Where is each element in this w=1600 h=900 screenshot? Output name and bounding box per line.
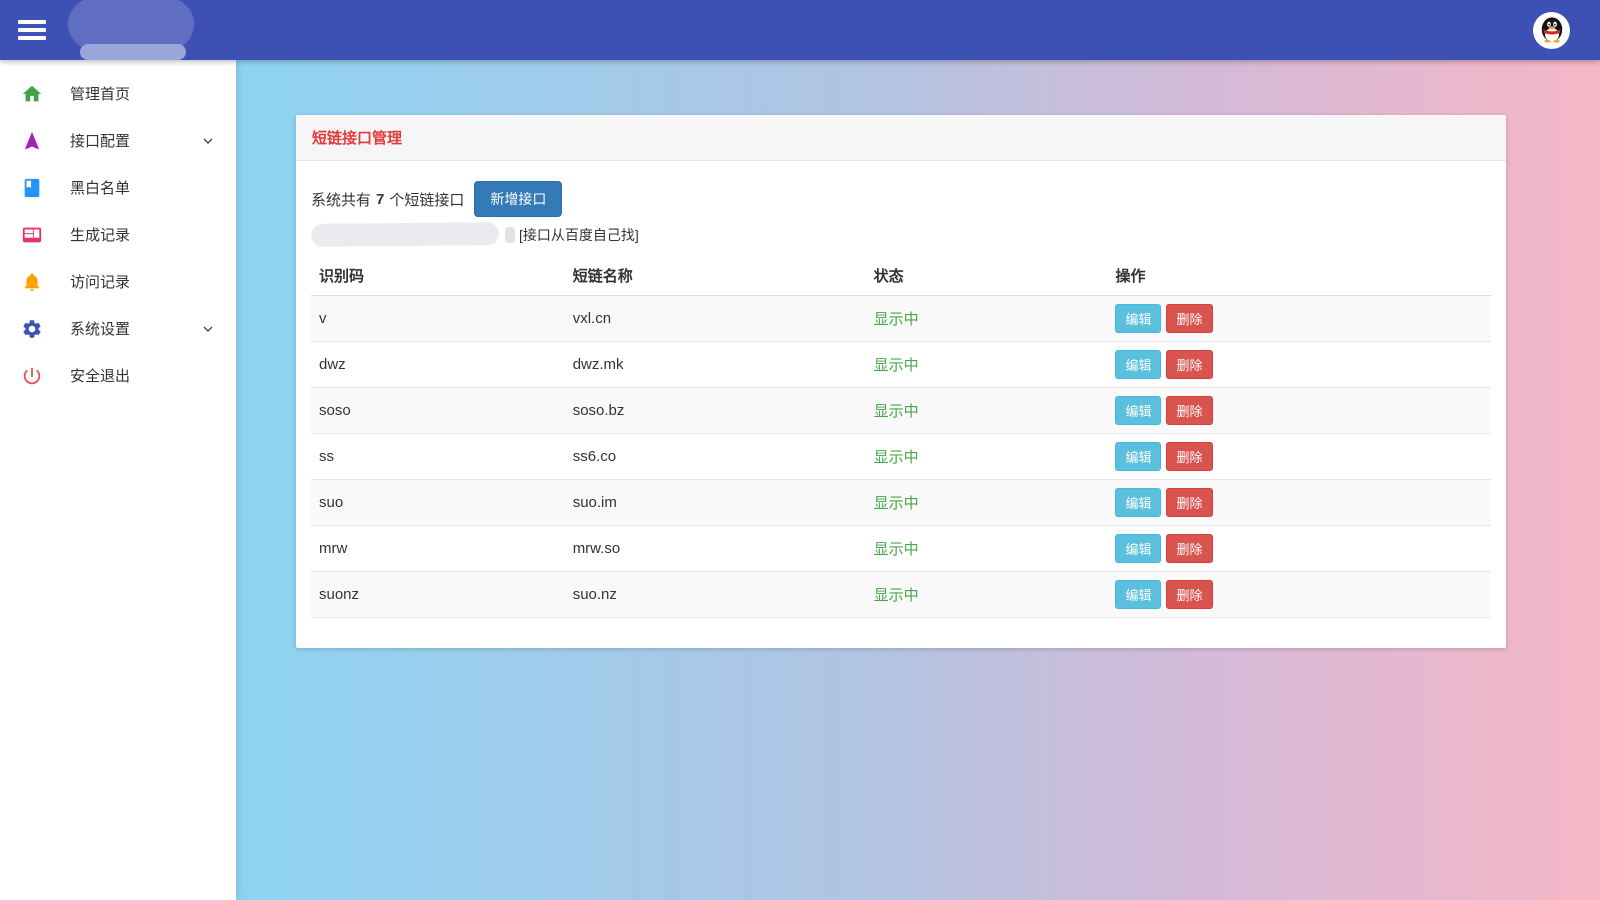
- cell-code: suonz: [311, 572, 565, 618]
- table-row: soso soso.bz 显示中 编辑删除: [311, 388, 1491, 434]
- delete-button[interactable]: 删除: [1166, 350, 1212, 379]
- delete-button[interactable]: 删除: [1166, 442, 1212, 471]
- sidebar-item-dashboard[interactable]: 管理首页: [0, 70, 236, 117]
- edit-button[interactable]: 编辑: [1115, 304, 1161, 333]
- sidebar-item-blacklist[interactable]: 黑白名单: [0, 164, 236, 211]
- header-name: 短链名称: [565, 256, 866, 296]
- cell-name: ss6.co: [565, 434, 866, 480]
- table-row: suo suo.im 显示中 编辑删除: [311, 480, 1491, 526]
- qq-penguin-icon: [1537, 15, 1567, 45]
- sidebar-item-api-config[interactable]: 接口配置: [0, 117, 236, 164]
- sidebar-item-label: 生成记录: [70, 224, 130, 245]
- summary-row: 系统共有 7 个短链接口 新增接口: [311, 181, 1491, 217]
- status-badge: 显示中: [866, 572, 1108, 618]
- table-row: mrw mrw.so 显示中 编辑删除: [311, 526, 1491, 572]
- status-badge: 显示中: [866, 526, 1108, 572]
- cell-code: soso: [311, 388, 565, 434]
- table-row: ss ss6.co 显示中 编辑删除: [311, 434, 1491, 480]
- home-icon: [20, 82, 44, 106]
- table-row: v vxl.cn 显示中 编辑删除: [311, 296, 1491, 342]
- chevron-down-icon: [200, 321, 216, 337]
- cell-name: suo.im: [565, 480, 866, 526]
- panel-title: 短链接口管理: [296, 115, 1506, 161]
- cell-name: vxl.cn: [565, 296, 866, 342]
- delete-button[interactable]: 删除: [1166, 534, 1212, 563]
- edit-button[interactable]: 编辑: [1115, 534, 1161, 563]
- note-text: [接口从百度自己找]: [519, 225, 639, 245]
- power-icon: [20, 364, 44, 388]
- chevron-down-icon: [200, 133, 216, 149]
- status-badge: 显示中: [866, 480, 1108, 526]
- edit-button[interactable]: 编辑: [1115, 488, 1161, 517]
- sidebar-item-logout[interactable]: 安全退出: [0, 352, 236, 399]
- cell-name: suo.nz: [565, 572, 866, 618]
- sidebar-item-label: 系统设置: [70, 318, 130, 339]
- edit-button[interactable]: 编辑: [1115, 442, 1161, 471]
- cell-code: mrw: [311, 526, 565, 572]
- interface-table: 识别码 短链名称 状态 操作 v vxl.cn 显示中 编辑删除 dwz: [311, 256, 1491, 618]
- menu-toggle-icon[interactable]: [18, 16, 46, 45]
- summary-prefix: 系统共有: [311, 189, 371, 210]
- table-row: suonz suo.nz 显示中 编辑删除: [311, 572, 1491, 618]
- cell-code: v: [311, 296, 565, 342]
- add-interface-button[interactable]: 新增接口: [474, 181, 562, 217]
- sidebar-item-visit-log[interactable]: 访问记录: [0, 258, 236, 305]
- sidebar-item-label: 访问记录: [70, 271, 130, 292]
- cell-name: mrw.so: [565, 526, 866, 572]
- sidebar-item-settings[interactable]: 系统设置: [0, 305, 236, 352]
- cell-code: suo: [311, 480, 565, 526]
- status-badge: 显示中: [866, 296, 1108, 342]
- table-header-row: 识别码 短链名称 状态 操作: [311, 256, 1491, 296]
- bell-icon: [20, 270, 44, 294]
- top-navbar: [0, 0, 1600, 60]
- sidebar-item-label: 黑白名单: [70, 177, 130, 198]
- user-avatar[interactable]: [1533, 12, 1570, 49]
- sidebar-item-label: 安全退出: [70, 365, 130, 386]
- card-icon: [20, 223, 44, 247]
- shortlink-panel: 短链接口管理 系统共有 7 个短链接口 新增接口 [接口从百度自己找] 识别码 …: [296, 115, 1506, 648]
- delete-button[interactable]: 删除: [1166, 580, 1212, 609]
- censored-text-blob: [311, 222, 499, 247]
- sidebar: 管理首页 接口配置 黑白名单 生成记录 访问记录 系统设置: [0, 60, 236, 900]
- header-status: 状态: [866, 256, 1108, 296]
- cell-code: ss: [311, 434, 565, 480]
- delete-button[interactable]: 删除: [1166, 304, 1212, 333]
- summary-suffix: 个短链接口: [389, 189, 464, 210]
- header-code: 识别码: [311, 256, 565, 296]
- status-badge: 显示中: [866, 342, 1108, 388]
- summary-count: 7: [376, 191, 384, 208]
- header-action: 操作: [1107, 256, 1491, 296]
- note-row: [接口从百度自己找]: [311, 221, 1491, 248]
- cell-name: soso.bz: [565, 388, 866, 434]
- edit-button[interactable]: 编辑: [1115, 396, 1161, 425]
- cell-name: dwz.mk: [565, 342, 866, 388]
- sidebar-item-label: 接口配置: [70, 130, 130, 151]
- main-content: 短链接口管理 系统共有 7 个短链接口 新增接口 [接口从百度自己找] 识别码 …: [236, 60, 1600, 900]
- sidebar-item-label: 管理首页: [70, 83, 130, 104]
- cell-code: dwz: [311, 342, 565, 388]
- edit-button[interactable]: 编辑: [1115, 350, 1161, 379]
- book-icon: [20, 176, 44, 200]
- sidebar-item-generate-log[interactable]: 生成记录: [0, 211, 236, 258]
- table-row: dwz dwz.mk 显示中 编辑删除: [311, 342, 1491, 388]
- navigation-icon: [20, 129, 44, 153]
- delete-button[interactable]: 删除: [1166, 488, 1212, 517]
- edit-button[interactable]: 编辑: [1115, 580, 1161, 609]
- gear-icon: [20, 317, 44, 341]
- status-badge: 显示中: [866, 434, 1108, 480]
- logo-censored-blob: [68, 2, 194, 58]
- delete-button[interactable]: 删除: [1166, 396, 1212, 425]
- censored-text-fragment: [505, 227, 515, 243]
- status-badge: 显示中: [866, 388, 1108, 434]
